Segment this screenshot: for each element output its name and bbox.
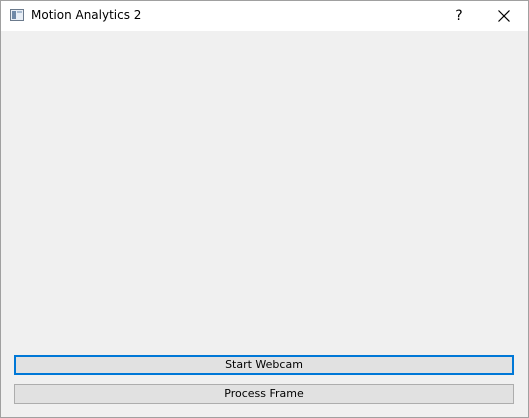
close-icon bbox=[498, 10, 510, 22]
help-button[interactable]: ? bbox=[445, 1, 473, 31]
title-bar[interactable]: Motion Analytics 2 ? bbox=[1, 1, 528, 31]
window-title: Motion Analytics 2 bbox=[31, 8, 142, 22]
start-webcam-button[interactable]: Start Webcam bbox=[14, 355, 514, 375]
video-display-area: Start Webcam Process Frame bbox=[1, 31, 528, 417]
app-icon bbox=[10, 9, 24, 21]
close-button[interactable] bbox=[487, 1, 521, 31]
dialog-window: Motion Analytics 2 ? Start Webcam Proces… bbox=[0, 0, 529, 418]
process-frame-button[interactable]: Process Frame bbox=[14, 384, 514, 404]
